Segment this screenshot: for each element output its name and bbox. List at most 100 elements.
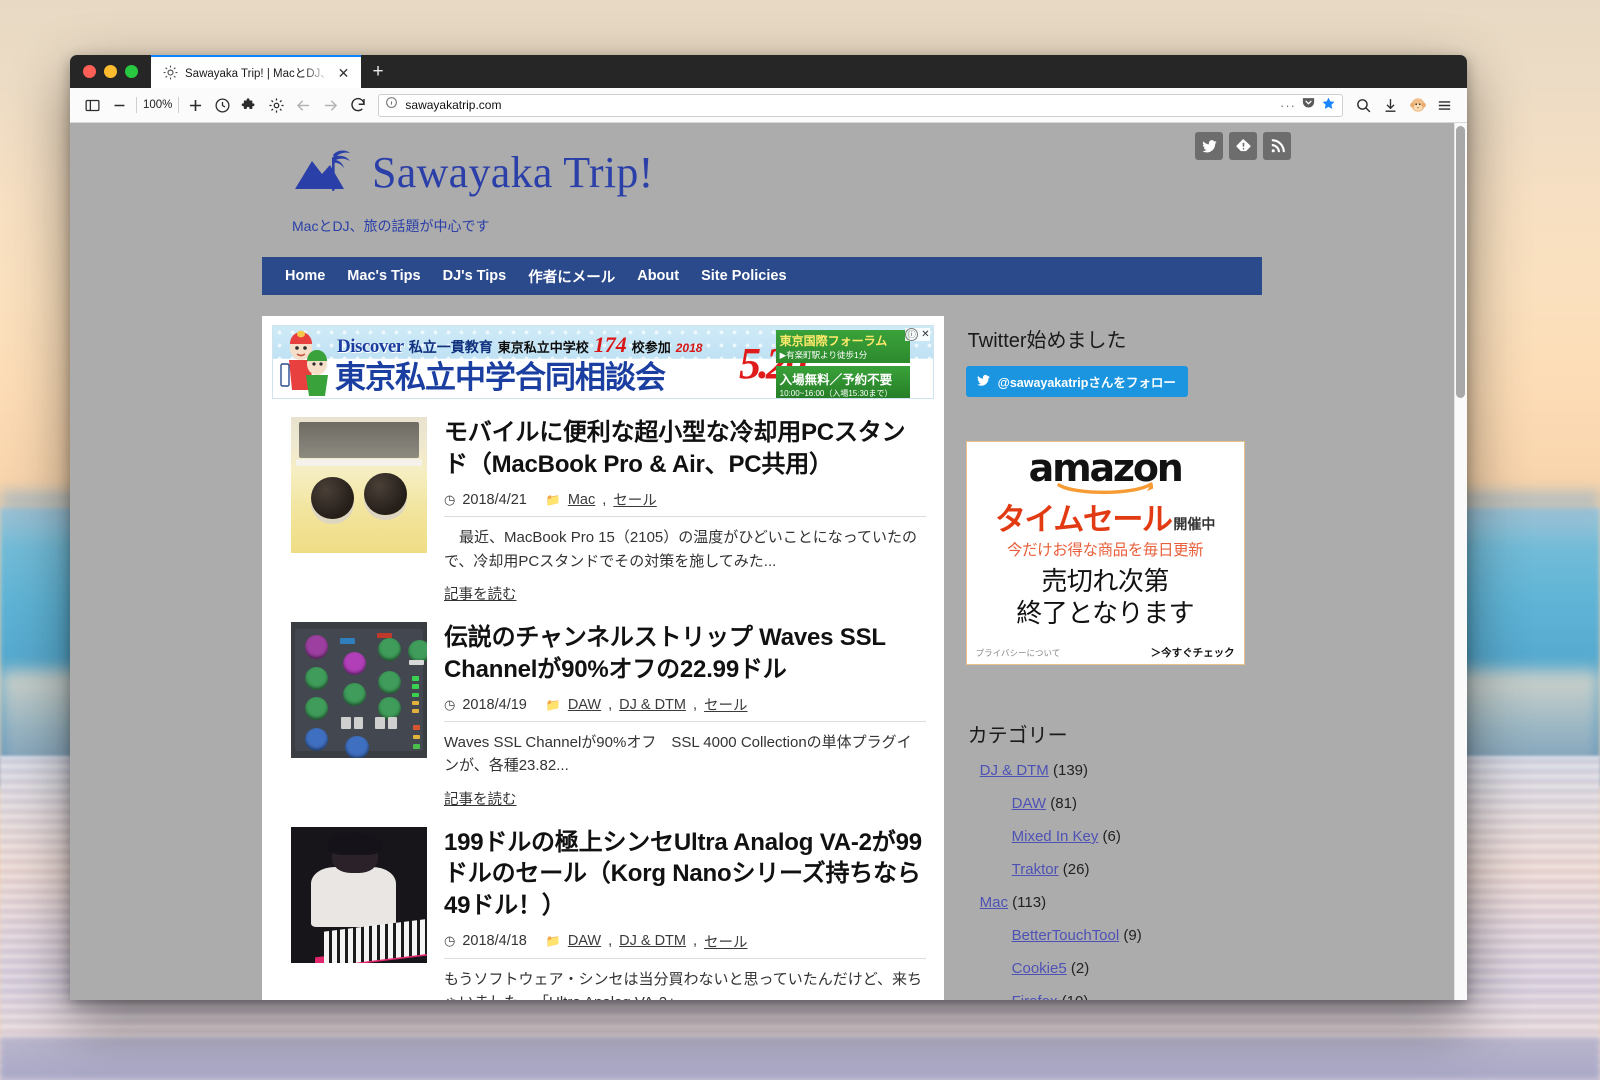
back-button[interactable] (290, 92, 317, 119)
pocket-icon[interactable] (1301, 95, 1316, 115)
clock-icon: ◷ (444, 933, 456, 949)
forward-button[interactable] (317, 92, 344, 119)
article-category-link[interactable]: DAW (568, 697, 601, 713)
category-count: (139) (1052, 762, 1089, 779)
extensions-puzzle-icon[interactable] (236, 92, 263, 119)
zoom-out-button[interactable] (106, 92, 133, 119)
amazon-note-line1: 売切れ次第 (1041, 566, 1169, 597)
category-link-firefox[interactable]: Firefox (1012, 993, 1058, 1000)
thumb-shape (304, 635, 328, 659)
article-category-link[interactable]: Mac (568, 492, 595, 508)
rss-icon[interactable] (1263, 132, 1291, 160)
article-category-link[interactable]: セール (704, 931, 748, 952)
thumb-shape (299, 422, 419, 458)
profile-avatar-icon[interactable] (1404, 92, 1431, 119)
bookmark-star-icon[interactable] (1321, 96, 1336, 114)
nav-item-djs-tips[interactable]: DJ's Tips (432, 268, 518, 284)
thumb-shape (311, 867, 396, 928)
sun-icon (163, 65, 178, 80)
sidebar-toggle-icon[interactable] (79, 92, 106, 119)
close-ad-icon[interactable]: ✕ (921, 329, 929, 340)
downloads-icon[interactable] (1377, 92, 1404, 119)
browser-tab[interactable]: Sawayaka Trip! | MacとDJ、旅の ✕ (151, 55, 361, 88)
article-excerpt: もうソフトウェア・シンセは当分買わないと思っていたんだけど、来ちゃいました。。「… (444, 970, 923, 1000)
nav-item-macs-tips[interactable]: Mac's Tips (336, 268, 431, 284)
thumb-shape (412, 708, 419, 714)
new-tab-button[interactable]: + (361, 55, 395, 88)
zoom-in-button[interactable] (182, 92, 209, 119)
article-title[interactable]: 199ドルの極上シンセUltra Analog VA-2が99ドルのセール（Ko… (444, 829, 922, 919)
ad-venue-name: 東京国際フォーラム (779, 334, 888, 348)
amazon-privacy-link[interactable]: プライバシーについて (976, 647, 1061, 659)
menu-hamburger-icon[interactable] (1431, 92, 1458, 119)
amazon-sale-row: タイムセール 開催中 (995, 504, 1215, 535)
twitter-follow-label: @sawayakatripさんをフォロー (997, 376, 1176, 390)
ad-mascot-icon (279, 330, 337, 396)
nav-item-contact[interactable]: 作者にメール (517, 266, 626, 287)
thumb-shape (327, 833, 383, 856)
article-date: 2018/4/18 (462, 933, 527, 950)
amazon-logo: amazon (1028, 446, 1184, 490)
article-thumbnail[interactable] (291, 826, 427, 963)
article-item: 伝説のチャンネルストリップ Waves SSL Channelが90%オフの22… (262, 604, 944, 809)
adchoices-info-icon[interactable]: ⓘ (905, 328, 919, 341)
article-category-link[interactable]: セール (613, 489, 657, 510)
close-window-button[interactable] (83, 65, 96, 78)
wallpaper-foreground (0, 1036, 1600, 1080)
category-link-daw[interactable]: DAW (1012, 795, 1046, 812)
article-thumbnail[interactable] (291, 621, 427, 758)
category-link-cookie5[interactable]: Cookie5 (1012, 960, 1067, 977)
browser-window: Sawayaka Trip! | MacとDJ、旅の ✕ + 100% (70, 55, 1467, 1000)
category-link-dj-dtm[interactable]: DJ & DTM (980, 762, 1049, 779)
search-icon[interactable] (1350, 92, 1377, 119)
address-bar[interactable]: sawayakatrip.com ··· (378, 93, 1343, 117)
main-navigation: Home Mac's Tips DJ's Tips 作者にメール About S… (262, 257, 1262, 295)
article-category-link[interactable]: DJ & DTM (619, 933, 686, 949)
reload-button[interactable] (344, 92, 371, 119)
category-link-mixed-in-key[interactable]: Mixed In Key (1012, 828, 1099, 845)
article-body: 伝説のチャンネルストリップ Waves SSL Channelが90%オフの22… (444, 622, 926, 809)
maximize-window-button[interactable] (125, 65, 138, 78)
article-title[interactable]: 伝説のチャンネルストリップ Waves SSL Channelが90%オフの22… (444, 624, 886, 683)
thumb-shape (409, 659, 425, 666)
nav-item-site-policies[interactable]: Site Policies (690, 268, 797, 284)
tab-title: Sawayaka Trip! | MacとDJ、旅の (185, 67, 329, 80)
article-thumbnail[interactable] (291, 417, 427, 553)
website-content: Sawayaka Trip! MacとDJ、旅の話題が中心です Home Mac… (70, 123, 1454, 1000)
twitter-section-heading: Twitter始めました (967, 330, 1127, 352)
category-link-bettertouchtool[interactable]: BetterTouchTool (1012, 927, 1120, 944)
scrollbar-thumb[interactable] (1456, 126, 1465, 398)
thumb-shape (304, 696, 328, 720)
article-category-link[interactable]: DJ & DTM (619, 697, 686, 713)
category-item: Cookie5 (2) (980, 960, 1262, 977)
nav-item-about[interactable]: About (626, 268, 690, 284)
close-tab-icon[interactable]: ✕ (336, 65, 351, 80)
read-more-link[interactable]: 記事を読む (444, 792, 517, 808)
category-link-mac[interactable]: Mac (980, 894, 1008, 911)
feedly-icon[interactable] (1229, 132, 1257, 160)
folder-icon: 📁 (545, 934, 561, 949)
ad-controls: ⓘ ✕ (905, 328, 930, 341)
amazon-note-line2: 終了となります (1016, 597, 1194, 628)
ad-year: 2018 (675, 341, 703, 355)
thumb-shape (342, 651, 366, 675)
site-info-icon[interactable] (385, 96, 398, 114)
settings-gear-icon[interactable] (263, 92, 290, 119)
category-link-traktor[interactable]: Traktor (1012, 861, 1059, 878)
article-category-link[interactable]: DAW (568, 933, 601, 949)
twitter-icon[interactable] (1195, 132, 1223, 160)
amazon-advertisement[interactable]: amazon タイムセール 開催中 今だけお得な商品を毎日更新 売切れ次第 終了… (965, 441, 1245, 665)
minimize-window-button[interactable] (104, 65, 117, 78)
twitter-follow-button[interactable]: @sawayakatripさんをフォロー (965, 366, 1188, 397)
page-actions-icon[interactable]: ··· (1280, 98, 1296, 113)
article-title[interactable]: モバイルに便利な超小型な冷却用PCスタンド（MacBook Pro & Air、… (444, 419, 906, 478)
article-category-link[interactable]: セール (704, 694, 748, 715)
advertisement-banner[interactable]: Discover 私立一貫教育 東京私立中学校 174 校参加 2018 東京私… (272, 325, 934, 399)
zoom-level-label[interactable]: 100% (140, 99, 175, 111)
nav-item-home[interactable]: Home (274, 268, 336, 284)
read-more-link[interactable]: 記事を読む (444, 587, 517, 603)
amazon-check-link[interactable]: ＞今すぐチェック (1151, 645, 1235, 660)
article-read-more: 記事を読む (444, 788, 926, 809)
page-scrollbar[interactable] (1454, 123, 1467, 1000)
history-clock-icon[interactable] (209, 92, 236, 119)
